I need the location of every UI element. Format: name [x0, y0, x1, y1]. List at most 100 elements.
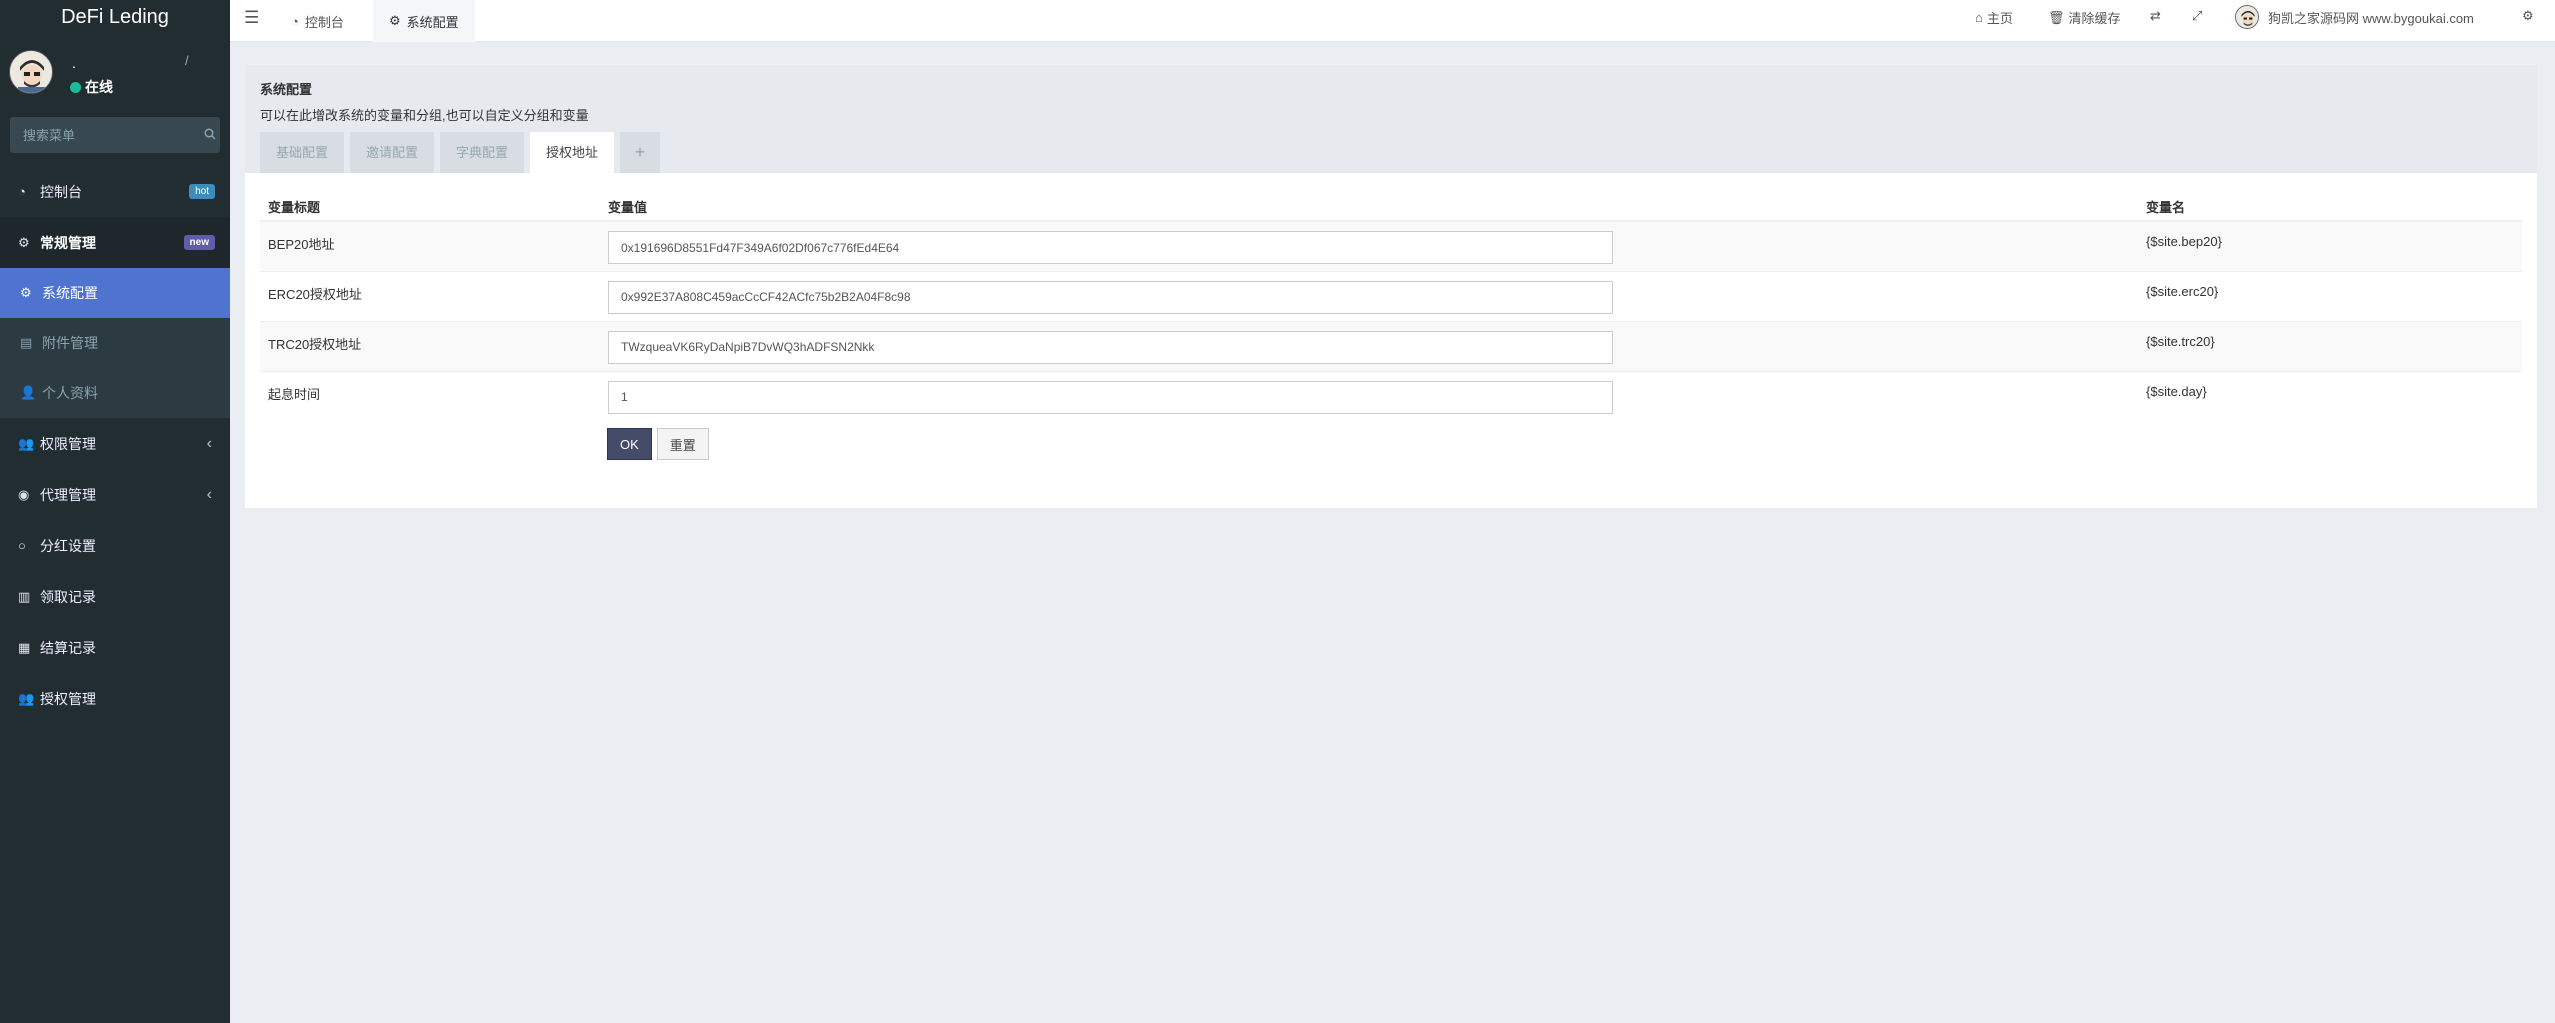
calculator-icon: ▦ [18, 639, 31, 655]
sidebar-menu: ◔ 控制台 hot ⚙ 常规管理 new ⚙ 系统配置 ▤ 附件管理 👤 个人资… [0, 166, 230, 724]
sidebar-item-authorization[interactable]: 👥 授权管理 [0, 673, 230, 724]
gear-icon: ⚙ [20, 285, 32, 300]
variable-value-cell [600, 220, 2138, 271]
tab-basic-config[interactable]: 基础配置 [260, 132, 345, 173]
sidebar-item-label: 系统配置 [42, 285, 98, 301]
brand-logo[interactable]: DeFi Leding [0, 0, 230, 34]
erc20-address-input[interactable] [608, 280, 1613, 314]
username-label: 狗凯之家源码网 www.bygoukai.com [2268, 10, 2474, 26]
sidebar-item-attachments[interactable]: ▤ 附件管理 [0, 318, 230, 368]
home-icon: ⌂ [1975, 10, 1983, 25]
column-header-title: 变量标题 [260, 193, 600, 222]
variable-title: ERC20授权地址 [260, 270, 600, 321]
tab-auth-address[interactable]: 授权地址 [530, 132, 615, 173]
page-title: 系统配置 [260, 82, 313, 97]
tab-system-config[interactable]: ⚙ 系统配置 [373, 0, 475, 42]
sidebar-item-label: 领取记录 [40, 588, 96, 605]
sidebar-search-input[interactable] [10, 127, 199, 143]
variable-name: {$site.bep20} [2138, 220, 2522, 271]
home-link[interactable]: ⌂ 主页 [1975, 8, 2013, 27]
page-description: 可以在此增改系统的变量和分组,也可以自定义分组和变量 [260, 108, 589, 123]
sidebar-item-label: 授权管理 [40, 690, 96, 707]
general-submenu: ⚙ 系统配置 ▤ 附件管理 👤 个人资料 [0, 268, 230, 418]
hot-badge: hot [189, 184, 215, 199]
sidebar-item-label: 分红设置 [40, 537, 96, 554]
main-content: 系统配置 可以在此增改系统的变量和分组,也可以自定义分组和变量 基础配置 邀请配… [245, 65, 2537, 508]
settings-gears-icon[interactable]: ⚙ [2522, 8, 2534, 24]
variable-value-cell [600, 270, 2138, 321]
sidebar-item-settlements[interactable]: ▦ 结算记录 [0, 622, 230, 673]
trc20-address-input[interactable] [608, 330, 1613, 364]
online-dot-icon [70, 81, 81, 93]
variable-name: {$site.trc20} [2138, 320, 2522, 371]
dashboard-icon: ◔ [291, 13, 299, 29]
user-status: 在线 [70, 77, 113, 97]
table-row: ERC20授权地址 {$site.erc20} [260, 270, 2522, 321]
sidebar: DeFi Leding . / 在线 ◔ 控制台 hot ⚙ 常规管理 [0, 0, 230, 1023]
sidebar-item-label: 个人资料 [42, 385, 98, 401]
group-icon: 👥 [18, 435, 35, 451]
tab-label: 控制台 [304, 14, 344, 30]
sidebar-item-system-config[interactable]: ⚙ 系统配置 [0, 268, 230, 318]
sidebar-item-profile[interactable]: 👤 个人资料 [0, 368, 230, 418]
variable-name: {$site.day} [2138, 370, 2522, 421]
variable-value-cell [600, 370, 2138, 421]
tab-dashboard[interactable]: ◔ 控制台 [275, 0, 360, 42]
variable-title: 起息时间 [260, 370, 600, 421]
menu-toggle-icon[interactable]: ☰ [244, 8, 259, 28]
tab-invite-config[interactable]: 邀请配置 [350, 132, 435, 173]
table-row: TRC20授权地址 {$site.trc20} [260, 320, 2522, 371]
chevron-left-icon: ‹ [206, 434, 212, 452]
column-header-value: 变量值 [600, 193, 2138, 222]
fullscreen-icon[interactable]: ⤢ [2192, 8, 2202, 24]
ok-button[interactable]: OK [607, 428, 652, 460]
sidebar-item-permissions[interactable]: 👥 权限管理 ‹ [0, 418, 230, 469]
sidebar-item-label: 结算记录 [40, 639, 96, 656]
panel-body: 变量标题 变量值 变量名 BEP20地址 {$site.bep20} ERC20… [245, 173, 2537, 508]
gear-icon: ⚙ [389, 13, 401, 28]
interest-start-input[interactable] [608, 380, 1613, 414]
mini-avatar [2235, 5, 2259, 29]
table-header-row: 变量标题 变量值 变量名 [260, 193, 2522, 222]
variable-name: {$site.erc20} [2138, 270, 2522, 321]
table-row: BEP20地址 {$site.bep20} [260, 220, 2522, 271]
user-name: . [72, 55, 76, 71]
sidebar-item-label: 附件管理 [42, 335, 98, 351]
user-status-text: 在线 [85, 79, 113, 95]
sidebar-search [10, 117, 220, 153]
sidebar-item-general[interactable]: ⚙ 常规管理 new [0, 217, 230, 268]
clear-cache-button[interactable]: 🗑 清除缓存 [2048, 8, 2121, 27]
variable-title: BEP20地址 [260, 220, 600, 271]
sidebar-item-dividend[interactable]: ○ 分红设置 [0, 520, 230, 571]
search-icon[interactable] [199, 127, 220, 143]
reset-button[interactable]: 重置 [656, 428, 709, 460]
new-badge: new [183, 235, 215, 250]
user-circle-icon: ◉ [18, 486, 30, 502]
sidebar-item-claims[interactable]: ▥ 领取记录 [0, 571, 230, 622]
tab-label: 系统配置 [406, 14, 459, 30]
variable-value-cell [600, 320, 2138, 371]
file-image-icon: ▤ [20, 335, 33, 350]
user-avatar [9, 50, 53, 94]
chevron-left-icon: ‹ [206, 485, 212, 503]
variable-title: TRC20授权地址 [260, 320, 600, 371]
config-table: 变量标题 变量值 变量名 BEP20地址 {$site.bep20} ERC20… [260, 193, 2522, 421]
column-header-name: 变量名 [2138, 193, 2522, 222]
cogs-icon: ⚙ [18, 234, 30, 250]
users-icon: 👥 [18, 690, 35, 706]
language-icon[interactable]: ⇄ [2150, 8, 2161, 24]
clear-cache-label: 清除缓存 [2068, 11, 2121, 26]
sidebar-item-dashboard[interactable]: ◔ 控制台 hot [0, 166, 230, 217]
sidebar-item-label: 权限管理 [40, 435, 96, 452]
trash-icon: 🗑 [2048, 9, 2065, 25]
bep20-address-input[interactable] [608, 231, 1613, 264]
dashboard-icon: ◔ [18, 184, 26, 199]
user-icon: 👤 [20, 385, 37, 400]
top-navbar: ☰ ◔ 控制台 ⚙ 系统配置 ⌂ 主页 🗑 清除缓存 ⇄ ⤢ 狗凯之家源码网 w… [230, 0, 2555, 42]
config-tabs: 基础配置 邀请配置 字典配置 授权地址 + [260, 132, 661, 173]
user-menu[interactable]: 狗凯之家源码网 www.bygoukai.com [2235, 5, 2474, 29]
add-tab-button[interactable]: + [620, 132, 661, 173]
tab-dictionary-config[interactable]: 字典配置 [440, 132, 525, 173]
sidebar-item-agents[interactable]: ◉ 代理管理 ‹ [0, 469, 230, 520]
form-actions: OK 重置 [260, 421, 2522, 460]
